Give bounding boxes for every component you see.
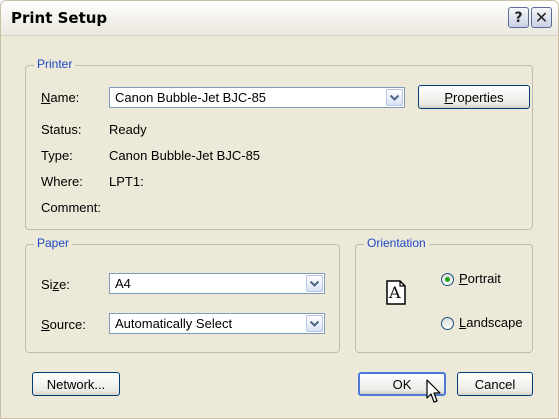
size-label: Size:	[41, 277, 70, 292]
window-title: Print Setup	[11, 9, 108, 27]
paper-size-value: A4	[115, 276, 131, 291]
portrait-radio[interactable]	[441, 273, 454, 286]
landscape-radio[interactable]	[441, 317, 454, 330]
title-bar: Print Setup ? ✕	[1, 1, 558, 36]
paper-size-select[interactable]: A4	[109, 273, 325, 294]
printer-name-select[interactable]: Canon Bubble-Jet BJC-85	[109, 87, 405, 108]
network-button[interactable]: Network...	[32, 372, 120, 396]
cancel-label: Cancel	[474, 376, 516, 392]
paper-source-value: Automatically Select	[115, 316, 233, 331]
help-icon: ?	[514, 9, 523, 26]
orientation-group: Orientation	[355, 236, 533, 353]
paper-group: Paper	[25, 236, 340, 353]
page-icon: A	[386, 280, 406, 305]
close-icon: ✕	[534, 8, 549, 27]
type-label: Type:	[41, 148, 73, 163]
chevron-down-icon[interactable]	[306, 275, 323, 292]
printer-name-value: Canon Bubble-Jet BJC-85	[115, 90, 267, 105]
status-value: Ready	[109, 122, 147, 137]
source-label: Source:	[41, 317, 86, 332]
status-label: Status:	[41, 122, 82, 137]
printer-legend: Printer	[34, 57, 76, 71]
comment-label: Comment:	[41, 200, 101, 215]
network-label: Network...	[46, 376, 106, 392]
portrait-label[interactable]: Portrait	[459, 271, 501, 286]
chevron-down-icon[interactable]	[386, 89, 403, 106]
page-icon-letter: A	[389, 283, 401, 302]
type-value: Canon Bubble-Jet BJC-85	[109, 148, 261, 163]
landscape-label[interactable]: Landscape	[459, 315, 523, 330]
properties-button[interactable]: Properties	[418, 85, 530, 109]
paper-legend: Paper	[34, 236, 73, 250]
mouse-cursor-icon	[426, 379, 442, 405]
ok-label: OK	[392, 376, 412, 392]
paper-source-select[interactable]: Automatically Select	[109, 313, 325, 334]
help-button[interactable]: ?	[508, 7, 529, 28]
where-value: LPT1:	[109, 174, 144, 189]
properties-label: Properties	[444, 89, 504, 105]
close-button[interactable]: ✕	[531, 7, 552, 28]
orientation-legend: Orientation	[364, 236, 429, 250]
name-label: Name:	[41, 90, 80, 105]
cancel-button[interactable]: Cancel	[457, 372, 533, 396]
print-setup-dialog: Print Setup ? ✕ Printer Name: Canon Bubb…	[0, 0, 559, 419]
chevron-down-icon[interactable]	[306, 315, 323, 332]
where-label: Where:	[41, 174, 83, 189]
